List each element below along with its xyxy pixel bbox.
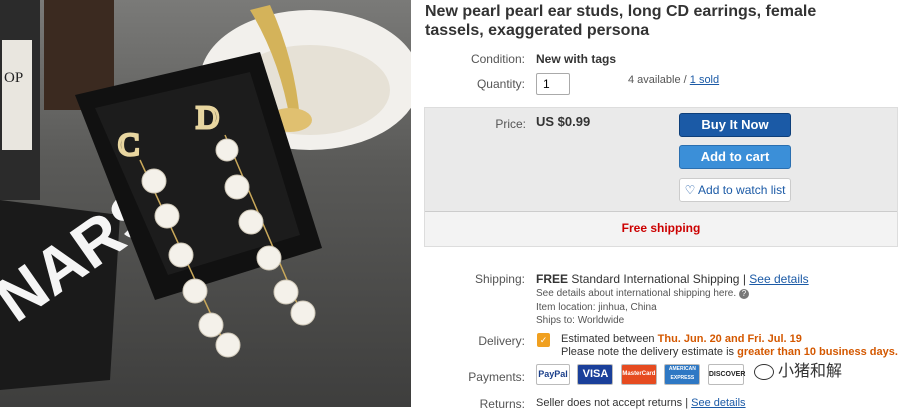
sold-link[interactable]: 1 sold — [690, 74, 719, 86]
returns-details-link[interactable]: See details — [691, 397, 745, 409]
payment-methods: PayPal VISA MasterCard AMERICAN EXPRESS … — [536, 364, 747, 385]
watch-label: Add to watch list — [698, 183, 786, 197]
shipping-label: Shipping: — [474, 272, 525, 286]
delivery-note: Please note the delivery estimate is gre… — [561, 346, 898, 358]
condition-label: Condition: — [470, 52, 525, 66]
free-shipping-text: Free shipping — [621, 221, 701, 235]
bottle-label: OP — [4, 70, 23, 86]
shipping-free: FREE — [536, 272, 569, 286]
returns-label: Returns: — [479, 397, 525, 411]
quantity-label: Quantity: — [476, 77, 525, 91]
delivery-label: Delivery: — [478, 334, 525, 348]
shipping-intl-note[interactable]: See details about international shipping… — [536, 288, 736, 299]
watermark-text: 小猪和解 — [778, 363, 843, 380]
shipping-method: Standard International Shipping | — [571, 272, 746, 286]
letter-d: D — [196, 99, 219, 135]
product-image-svg: OP NARS C D — [0, 0, 411, 390]
available-count: 4 available / — [628, 74, 690, 86]
delivery-note-prefix: Please note the delivery estimate is — [561, 346, 738, 358]
returns-line: Seller does not accept returns | See det… — [536, 397, 746, 409]
delivery-icon: ✓ — [537, 333, 550, 347]
condition-value: New with tags — [536, 52, 617, 66]
item-location: Item location: jinhua, China — [536, 302, 657, 313]
price-value: US $0.99 — [536, 114, 591, 129]
delivery-prefix: Estimated between — [561, 333, 658, 345]
price-box-divider — [425, 211, 897, 212]
price-box: Price: US $0.99 Buy It Now Add to cart ♡… — [424, 107, 898, 247]
listing-title: New pearl pearl ear studs, long CD earri… — [425, 3, 817, 39]
payments-label: Payments: — [468, 370, 525, 384]
paypal-logo: PayPal — [536, 364, 570, 385]
ships-to: Ships to: Worldwide — [536, 315, 625, 326]
add-to-watch-list-button[interactable]: ♡ Add to watch list — [679, 178, 791, 202]
mastercard-logo: MasterCard — [620, 364, 657, 385]
help-icon[interactable]: ? — [738, 289, 749, 299]
watermark: 小猪和解 — [750, 355, 847, 383]
product-photo[interactable]: OP NARS C D — [0, 0, 411, 407]
visa-logo: VISA — [577, 364, 614, 385]
buy-it-now-button[interactable]: Buy It Now — [679, 113, 791, 137]
letter-c: C — [118, 126, 139, 162]
shipping-details-link[interactable]: See details — [749, 272, 808, 286]
wechat-icon — [754, 363, 774, 380]
amex-logo: AMERICAN EXPRESS — [664, 364, 701, 385]
discover-logo: DISCOVER — [707, 364, 745, 385]
returns-value: Seller does not accept returns | — [536, 397, 689, 409]
shipping-line: FREE Standard International Shipping | S… — [536, 272, 809, 286]
availability: 4 available / 1 sold — [628, 74, 719, 86]
shipping-intl-line: See details about international shipping… — [536, 288, 749, 299]
price-label: Price: — [495, 117, 526, 131]
heart-icon: ♡ — [684, 183, 696, 197]
quantity-input[interactable] — [536, 73, 570, 95]
delivery-dates: Thu. Jun. 20 and Fri. Jul. 19 — [657, 333, 802, 345]
listing-details: New pearl pearl ear studs, long CD earri… — [415, 0, 901, 411]
add-to-cart-button[interactable]: Add to cart — [679, 145, 791, 169]
delivery-estimate: Estimated between Thu. Jun. 20 and Fri. … — [561, 333, 802, 345]
